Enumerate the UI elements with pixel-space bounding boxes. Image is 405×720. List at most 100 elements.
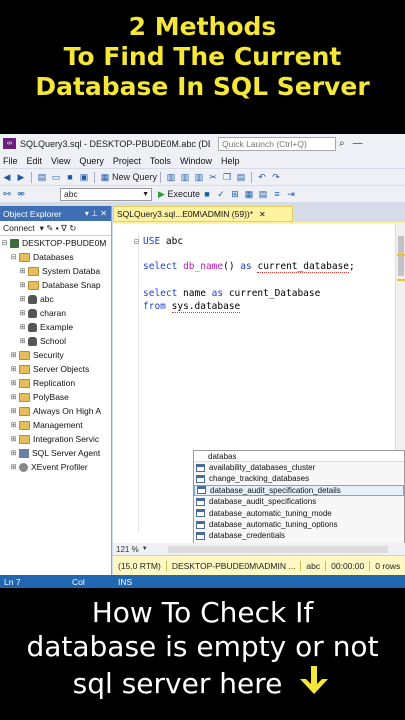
expand-icon[interactable]: ⊞ [9, 435, 18, 443]
change-margin [138, 232, 139, 532]
tree-item-integration-services[interactable]: ⊞ Integration Servic [0, 432, 111, 446]
expand-icon[interactable]: ⊞ [9, 393, 18, 401]
folder-icon [19, 252, 30, 262]
expand-icon[interactable]: ⊞ [9, 421, 18, 429]
tree-item-school[interactable]: ⊞ School [0, 334, 111, 348]
expand-icon[interactable]: ⊞ [18, 337, 27, 345]
intellisense-icon[interactable]: ▦ [243, 189, 255, 200]
folder-icon [19, 434, 30, 444]
query-icon-1[interactable]: ▥ [165, 172, 177, 183]
expand-icon[interactable]: ⊞ [9, 449, 18, 457]
expand-icon[interactable]: ⊞ [9, 407, 18, 415]
tree-item-replication[interactable]: ⊞ Replication [0, 376, 111, 390]
open-folder-icon[interactable]: ▭ [50, 172, 62, 183]
fold-icon[interactable]: ⊟ [134, 237, 139, 246]
tree-item-system-databases[interactable]: ⊞ System Databa [0, 264, 111, 278]
results-icon[interactable]: ▤ [257, 189, 269, 200]
intellisense-item[interactable]: availability_databases_cluster [194, 462, 404, 473]
tree-item-security[interactable]: ⊞ Security [0, 348, 111, 362]
tree-server[interactable]: ⊟ DESKTOP-PBUDE0M [0, 236, 111, 250]
intellisense-item[interactable]: database_audit_specifications [194, 496, 404, 507]
tree-item-example[interactable]: ⊞ Example [0, 320, 111, 334]
connect-button[interactable]: Connect [3, 223, 35, 233]
zoom-level[interactable]: 121 % [116, 545, 139, 554]
tree-item-label: Example [40, 322, 74, 332]
expand-icon[interactable]: ⊞ [18, 323, 27, 331]
tree-item-xevent-profiler[interactable]: ⊞ XEvent Profiler [0, 460, 111, 474]
connect-icon[interactable]: ⚯ [1, 189, 13, 200]
tab-sqlquery3[interactable]: SQLQuery3.sql...E0M\ADMIN (59))* ✕ [113, 206, 293, 222]
database-select[interactable]: abc ▼ [60, 187, 152, 201]
save-icon[interactable]: ■ [64, 172, 76, 182]
collapse-icon[interactable]: ⊟ [0, 239, 9, 247]
intellisense-item[interactable]: database_automatic_tuning_options [194, 519, 404, 530]
query-icon-3[interactable]: ▥ [193, 172, 205, 183]
intellisense-item-selected[interactable]: database_audit_specification_details [194, 484, 404, 497]
close-icon[interactable]: ✕ [259, 210, 266, 219]
intellisense-item-label: database_automatic_tuning_mode [209, 508, 332, 518]
menu-edit[interactable]: Edit [24, 156, 49, 166]
expand-icon[interactable]: ⊞ [18, 295, 27, 303]
estimated-plan-icon[interactable]: ⊞ [229, 189, 241, 200]
paste-icon[interactable]: ▤ [235, 172, 247, 183]
intellisense-item[interactable]: database_credentials [194, 530, 404, 541]
collapse-icon[interactable]: ⊟ [9, 253, 18, 261]
scrollbar-thumb[interactable] [398, 236, 404, 276]
copy-icon[interactable]: ❐ [221, 172, 233, 183]
forward-icon[interactable]: ▶ [15, 172, 27, 183]
execute-button[interactable]: ▶ Execute [158, 189, 200, 200]
menu-view[interactable]: View [48, 156, 76, 166]
expand-icon[interactable]: ⊞ [9, 365, 18, 373]
menu-tools[interactable]: Tools [147, 156, 177, 166]
minimize-icon[interactable]: — [353, 138, 363, 149]
expand-icon[interactable]: ⊞ [9, 351, 18, 359]
oe-filter-icon[interactable]: ▾ ✎ ▪ ∇ ↻ [40, 223, 77, 234]
back-icon[interactable]: ◀ [1, 172, 13, 183]
expand-icon[interactable]: ⊞ [9, 463, 18, 471]
tab-title: SQLQuery3.sql...E0M\ADMIN (59))* [117, 209, 254, 219]
tree-item-management[interactable]: ⊞ Management [0, 418, 111, 432]
quick-launch-input[interactable]: Quick Launch (Ctrl+Q) [218, 136, 336, 151]
expand-icon[interactable]: ⊞ [9, 379, 18, 387]
intellisense-item[interactable]: database_automatic_tuning_mode [194, 508, 404, 519]
chevron-down-icon[interactable]: ▼ [142, 546, 148, 552]
expand-icon[interactable]: ⊞ [18, 309, 27, 317]
stop-icon[interactable]: ■ [201, 189, 213, 199]
pin-icon[interactable]: ▾ ⊥ ✕ [85, 209, 107, 218]
tree-databases[interactable]: ⊟ Databases [0, 250, 111, 264]
disconnect-icon[interactable]: ⚮ [15, 189, 27, 200]
tree-item-server-objects[interactable]: ⊞ Server Objects [0, 362, 111, 376]
menu-window[interactable]: Window [177, 156, 218, 166]
editor-horizontal-scrollbar[interactable] [167, 545, 388, 553]
tree-item-charan[interactable]: ⊞ charan [0, 306, 111, 320]
new-query-button[interactable]: ▦ New Query [98, 172, 157, 183]
tree-item-abc[interactable]: ⊞ abc [0, 292, 111, 306]
tree-item-database-snapshots[interactable]: ⊞ Database Snap [0, 278, 111, 292]
search-icon[interactable]: ⌕ [339, 138, 345, 149]
code-parens: () [223, 261, 235, 272]
expand-icon[interactable]: ⊞ [18, 267, 27, 275]
intellisense-item[interactable]: change_tracking_databases [194, 473, 404, 484]
tree-item-polybase[interactable]: ⊞ PolyBase [0, 390, 111, 404]
new-file-icon[interactable]: ▤ [36, 172, 48, 183]
save-all-icon[interactable]: ▣ [78, 172, 90, 183]
tree-item-sql-server-agent[interactable]: ⊞ SQL Server Agent [0, 446, 111, 460]
tree-item-always-on[interactable]: ⊞ Always On High A [0, 404, 111, 418]
code-object: sys.database [171, 301, 241, 313]
menu-query[interactable]: Query [76, 156, 110, 166]
menu-help[interactable]: Help [218, 156, 246, 166]
cut-icon[interactable]: ✂ [207, 172, 219, 183]
expand-icon[interactable]: ⊞ [18, 281, 27, 289]
keyword-select: select [143, 261, 178, 272]
query-icon-2[interactable]: ▥ [179, 172, 191, 183]
comment-icon[interactable]: ≡ [271, 189, 283, 199]
menu-project[interactable]: Project [110, 156, 147, 166]
indent-icon[interactable]: ⇥ [285, 189, 297, 200]
window-title: SQLQuery3.sql - DESKTOP-PBUDE0M.abc (DE.… [20, 138, 210, 149]
menu-file[interactable]: File [0, 156, 24, 166]
tree-item-label: charan [40, 308, 66, 318]
tree-item-label: PolyBase [33, 392, 69, 402]
undo-icon[interactable]: ↶ [256, 172, 268, 183]
redo-icon[interactable]: ↷ [270, 172, 282, 183]
parse-icon[interactable]: ✓ [215, 189, 227, 200]
